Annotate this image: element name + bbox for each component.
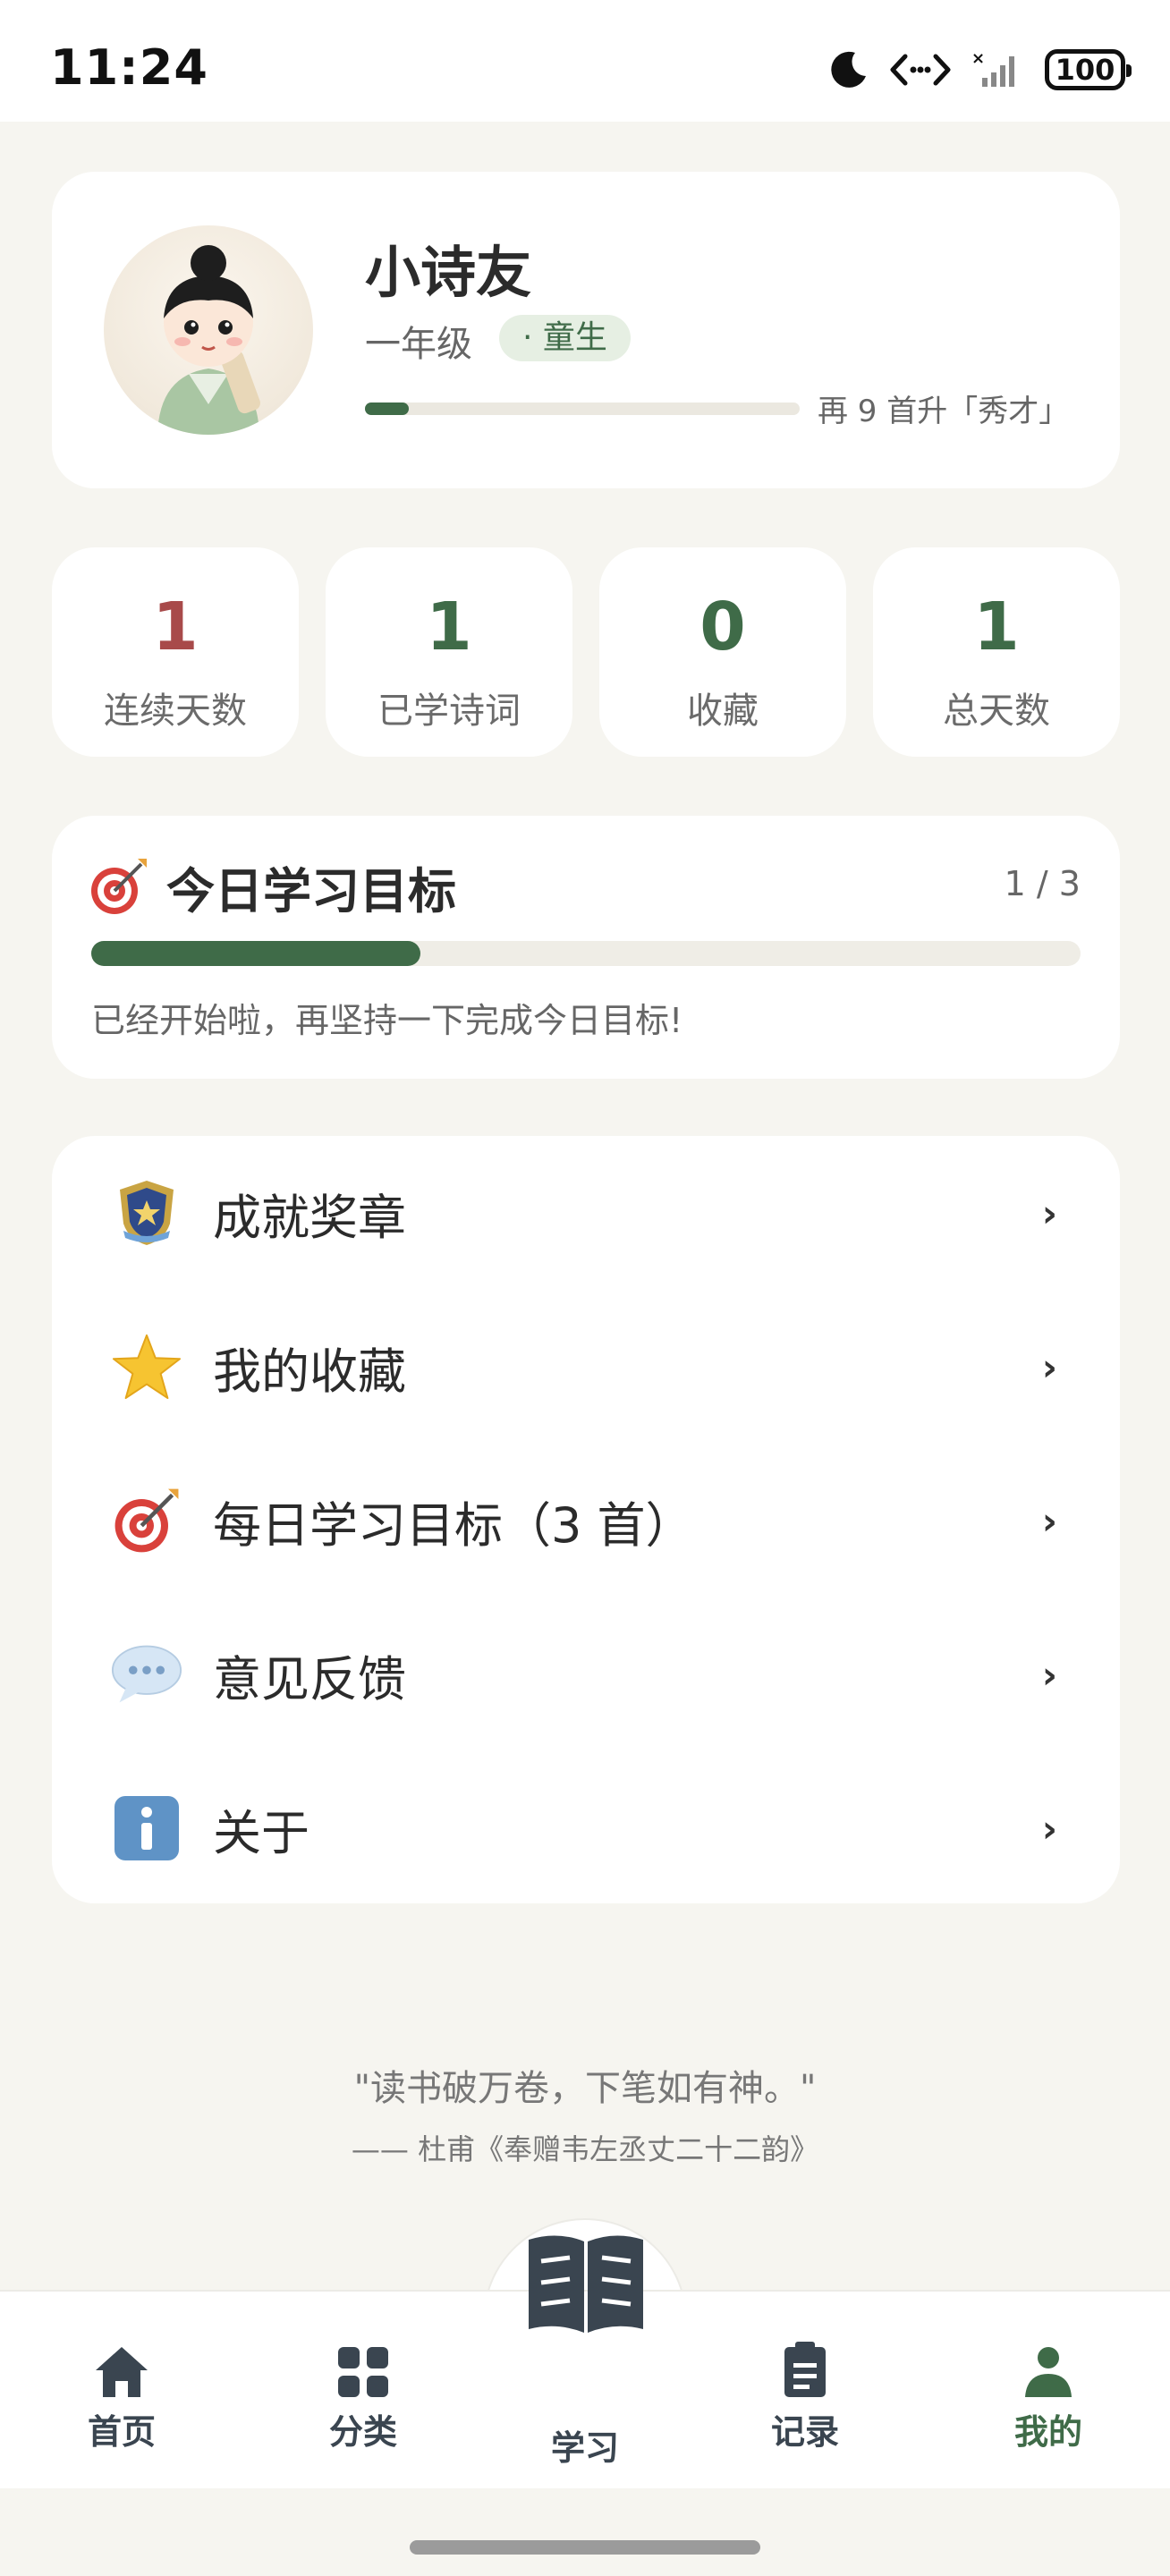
home-indicator[interactable]	[410, 2540, 760, 2555]
stat-value: 1	[152, 589, 199, 665]
goal-progress-bar	[91, 941, 1081, 966]
chevron-right-icon: ›	[1041, 1652, 1057, 1697]
svg-text:×: ×	[971, 49, 985, 68]
nav-label: 我的	[1013, 2412, 1082, 2452]
star-icon	[111, 1331, 182, 1402]
status-time: 11:24	[50, 39, 208, 96]
chevron-right-icon: ›	[1041, 1498, 1057, 1543]
chevron-right-icon: ›	[1041, 1344, 1057, 1389]
grid-icon	[338, 2347, 388, 2397]
menu-label: 每日学习目标（3 首）	[213, 1496, 694, 1554]
info-icon	[111, 1792, 182, 1864]
profile-name: 小诗友	[365, 240, 532, 305]
target-icon	[111, 1485, 182, 1556]
daily-goal-card: 今日学习目标 1 / 3 已经开始啦，再坚持一下完成今日目标!	[52, 816, 1120, 1079]
stat-value: 1	[973, 589, 1020, 665]
menu-item-achievements[interactable]: 成就奖章 ›	[52, 1136, 1120, 1290]
goal-count: 1 / 3	[1004, 864, 1081, 903]
goal-message: 已经开始啦，再坚持一下完成今日目标!	[91, 1001, 683, 1040]
stat-label: 总天数	[943, 691, 1050, 732]
menu-item-about[interactable]: 关于 ›	[52, 1751, 1120, 1905]
speech-bubble-icon	[111, 1639, 182, 1710]
battery-icon: 100	[1045, 49, 1132, 90]
stat-card-favorites[interactable]: 0 收藏	[599, 547, 846, 757]
stat-card-total-days[interactable]: 1 总天数	[873, 547, 1120, 757]
menu-label: 关于	[213, 1804, 309, 1861]
menu-label: 成就奖章	[213, 1189, 406, 1246]
profile-grade: 一年级	[365, 324, 472, 365]
bottom-safe-area	[0, 2488, 1170, 2576]
stat-label: 连续天数	[104, 691, 247, 732]
nav-label: 记录	[770, 2412, 839, 2452]
status-icons: × 100	[828, 43, 1132, 97]
menu-label: 意见反馈	[213, 1650, 406, 1707]
level-progress-fill	[365, 402, 409, 415]
level-progress-bar	[365, 402, 800, 415]
clipboard-icon	[784, 2342, 826, 2397]
chevron-right-icon: ›	[1041, 1191, 1057, 1235]
chevron-right-icon: ›	[1041, 1806, 1057, 1851]
status-bar: 11:24 × 100	[0, 0, 1170, 122]
quote-source: —— 杜甫《奉赠韦左丞丈二十二韵》	[351, 2132, 819, 2166]
medal-icon	[111, 1177, 182, 1249]
signal-icon: ×	[971, 49, 1014, 87]
book-icon[interactable]	[523, 2231, 649, 2338]
quote-text: "读书破万卷，下笔如有神。"	[353, 2068, 817, 2109]
avatar	[104, 225, 313, 435]
target-icon	[91, 859, 147, 914]
stat-card-streak[interactable]: 1 连续天数	[52, 547, 299, 757]
level-badge: · 童生	[499, 315, 631, 361]
goal-title: 今日学习目标	[166, 863, 456, 919]
menu-item-feedback[interactable]: 意见反馈 ›	[52, 1597, 1120, 1751]
profile-card[interactable]: 小诗友 一年级 · 童生 再 9 首升「秀才」	[52, 172, 1120, 488]
menu-item-favorites[interactable]: 我的收藏 ›	[52, 1290, 1120, 1444]
moon-icon	[831, 51, 866, 88]
nav-records[interactable]: 记录	[733, 2336, 877, 2453]
goal-progress-fill	[91, 941, 421, 966]
menu-label: 我的收藏	[213, 1343, 406, 1400]
menu-item-daily-goal[interactable]: 每日学习目标（3 首） ›	[52, 1444, 1120, 1597]
menu-list: 成就奖章 › 我的收藏 › 每日学习目标（3 首） › 意见反馈 › 关于 ›	[52, 1136, 1120, 1903]
home-icon	[96, 2347, 148, 2397]
stat-label: 已学诗词	[377, 691, 521, 732]
stat-label: 收藏	[687, 691, 759, 732]
level-progress-text: 再 9 首升「秀才」	[818, 394, 1070, 429]
stat-value: 0	[699, 589, 746, 665]
stat-value: 1	[426, 589, 472, 665]
nav-mine[interactable]: 我的	[977, 2336, 1120, 2453]
stat-card-learned[interactable]: 1 已学诗词	[326, 547, 572, 757]
person-icon	[1025, 2347, 1072, 2397]
code-sync-icon	[890, 54, 951, 86]
